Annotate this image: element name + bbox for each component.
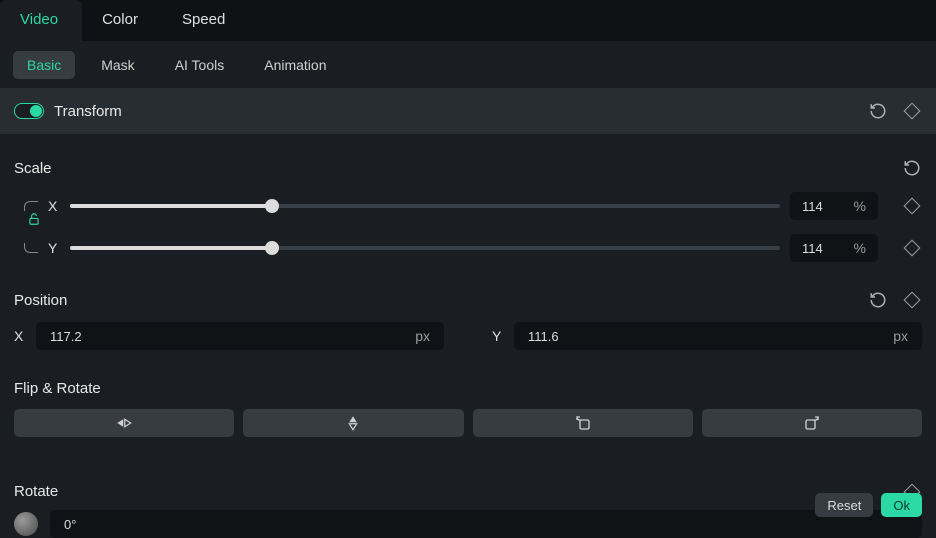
transform-title: Transform xyxy=(54,103,844,120)
ok-button[interactable]: Ok xyxy=(881,493,922,517)
tab-animation[interactable]: Animation xyxy=(250,51,340,79)
flip-vertical-button[interactable] xyxy=(243,409,463,437)
position-y-value: 111.6 xyxy=(528,329,559,344)
transform-toggle[interactable] xyxy=(14,103,44,119)
position-y-input[interactable]: 111.6 px xyxy=(514,322,922,350)
scale-x-input[interactable]: 114 % xyxy=(790,192,878,220)
scale-x-label: X xyxy=(48,198,60,214)
scale-y-value: 114 xyxy=(802,241,823,256)
rotate-row: 0° xyxy=(14,510,922,538)
scale-x-slider[interactable] xyxy=(70,204,780,208)
rotate-input[interactable]: 0° xyxy=(50,510,922,538)
rotate-cw-button[interactable] xyxy=(702,409,922,437)
position-x-input[interactable]: 117.2 px xyxy=(36,322,444,350)
tab-speed[interactable]: Speed xyxy=(162,0,249,41)
position-y-unit: px xyxy=(893,328,908,344)
position-y-label: Y xyxy=(492,328,504,344)
position-label: Position xyxy=(14,292,67,309)
flip-rotate-grid xyxy=(14,409,922,437)
tab-color[interactable]: Color xyxy=(82,0,162,41)
rotate-label: Rotate xyxy=(14,483,58,500)
flip-rotate-label: Flip & Rotate xyxy=(14,350,922,397)
scale-y-unit: % xyxy=(854,240,866,256)
content-panel: Scale X 114 % Y xyxy=(0,134,936,538)
bracket-top xyxy=(24,201,38,211)
position-x-unit: px xyxy=(415,328,430,344)
reset-icon[interactable] xyxy=(868,101,888,121)
scale-y-keyframe-icon[interactable] xyxy=(904,240,921,257)
rotate-label-row: Rotate xyxy=(14,459,922,500)
bracket-bottom xyxy=(24,243,38,253)
top-tabs: Video Color Speed xyxy=(0,0,936,41)
scale-y-slider[interactable] xyxy=(70,246,780,250)
position-reset-icon[interactable] xyxy=(868,290,888,310)
scale-x-value: 114 xyxy=(802,199,823,214)
scale-label: Scale xyxy=(14,160,52,177)
scale-y-input[interactable]: 114 % xyxy=(790,234,878,262)
scale-label-row: Scale xyxy=(14,134,922,178)
position-keyframe-icon[interactable] xyxy=(904,292,921,309)
tab-mask[interactable]: Mask xyxy=(87,51,148,79)
scale-y-row: Y 114 % xyxy=(14,234,922,262)
position-label-row: Position xyxy=(14,262,922,310)
lock-icon[interactable] xyxy=(27,212,41,229)
rotate-knob[interactable] xyxy=(14,512,38,536)
flip-horizontal-button[interactable] xyxy=(14,409,234,437)
keyframe-icon[interactable] xyxy=(904,103,921,120)
reset-button[interactable]: Reset xyxy=(815,493,873,517)
scale-y-label: Y xyxy=(48,240,60,256)
position-row: X 117.2 px Y 111.6 px xyxy=(14,322,922,350)
position-x-label: X xyxy=(14,328,26,344)
transform-header: Transform xyxy=(0,88,936,134)
rotate-ccw-button[interactable] xyxy=(473,409,693,437)
scale-reset-icon[interactable] xyxy=(902,158,922,178)
sub-tabs: Basic Mask AI Tools Animation xyxy=(0,41,936,88)
footer: Reset Ok xyxy=(815,493,922,517)
scale-x-unit: % xyxy=(854,198,866,214)
tab-ai-tools[interactable]: AI Tools xyxy=(161,51,239,79)
rotate-value: 0° xyxy=(64,517,76,532)
position-x-value: 117.2 xyxy=(50,329,82,344)
tab-video[interactable]: Video xyxy=(0,0,82,41)
scale-x-row: X 114 % xyxy=(14,192,922,220)
tab-basic[interactable]: Basic xyxy=(13,51,75,79)
scale-x-keyframe-icon[interactable] xyxy=(904,198,921,215)
